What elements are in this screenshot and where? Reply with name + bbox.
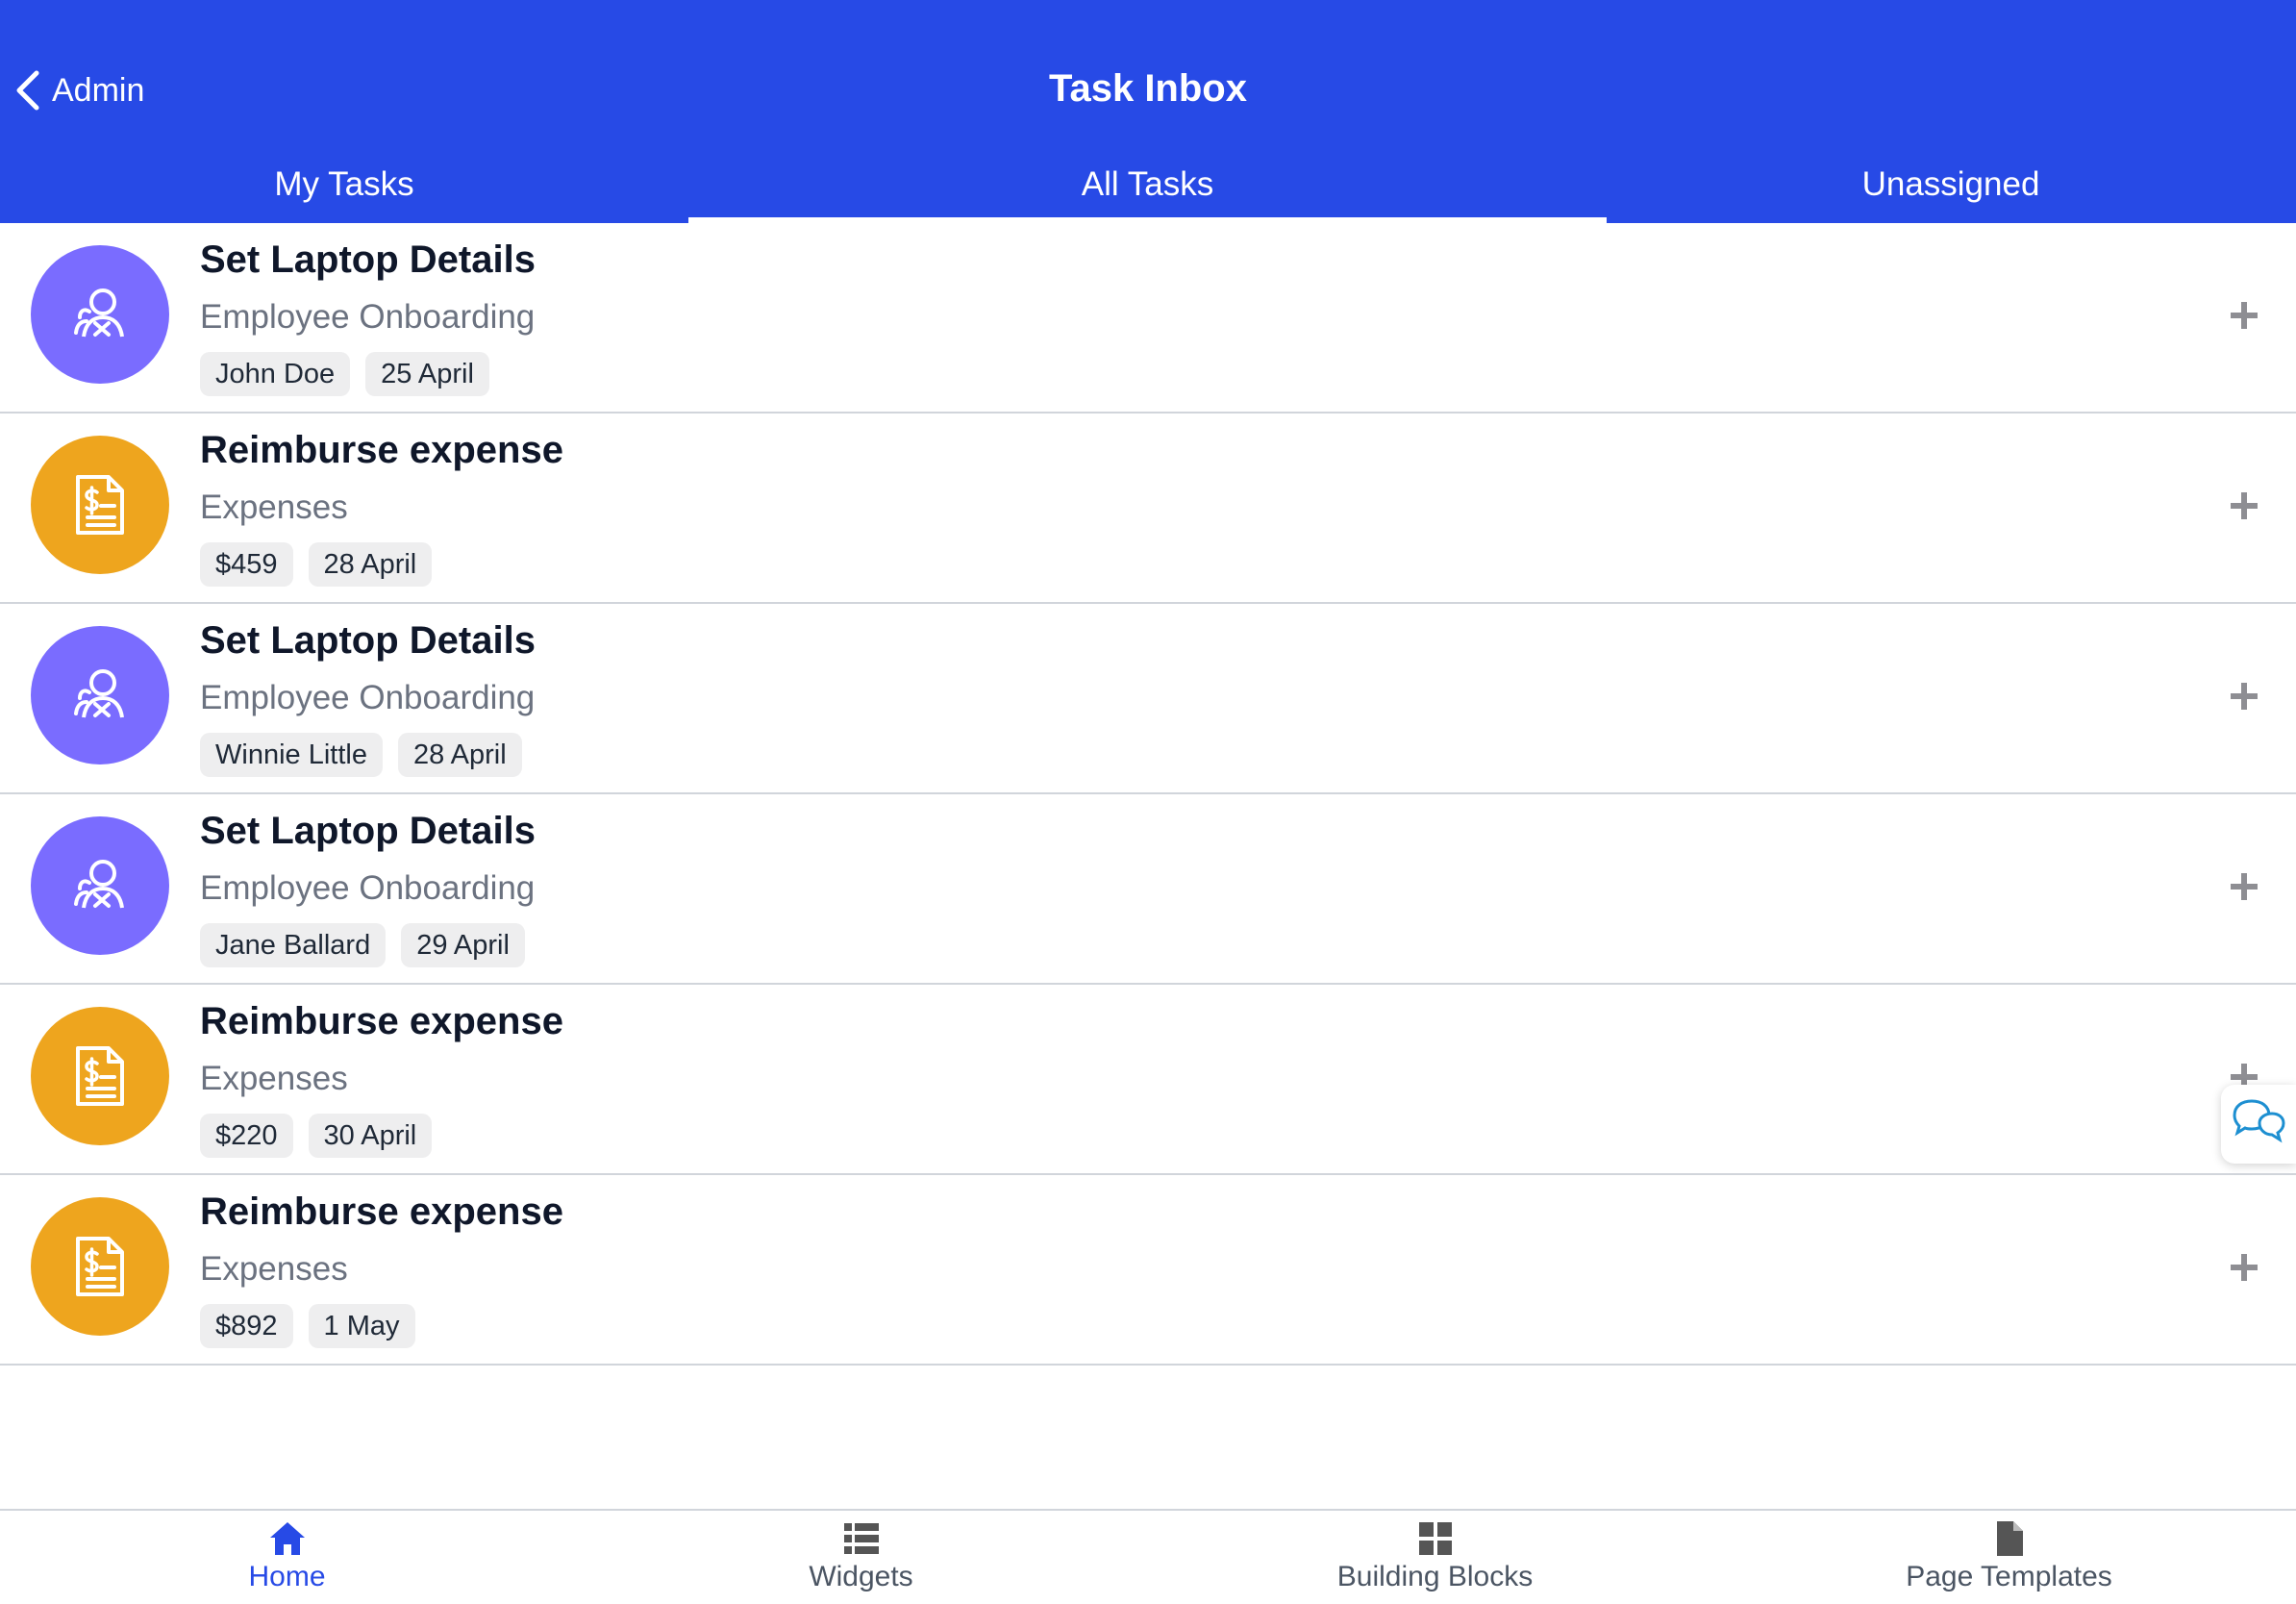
add-icon[interactable] xyxy=(2229,300,2259,331)
list-icon xyxy=(843,1523,879,1554)
nav-home[interactable]: Home xyxy=(0,1511,574,1604)
task-title: Set Laptop Details xyxy=(200,619,536,662)
tab-my-tasks[interactable]: My Tasks xyxy=(0,146,688,223)
task-title: Reimburse expense xyxy=(200,1190,563,1233)
task-date-chip: 29 April xyxy=(401,923,525,967)
task-list: Set Laptop Details Employee Onboarding Joh… xyxy=(0,223,2296,1366)
task-assignee-chip: Jane Ballard xyxy=(200,923,387,967)
task-category: Employee Onboarding xyxy=(200,679,536,716)
task-assignee-chip: John Doe xyxy=(200,352,351,396)
users-icon xyxy=(74,860,124,909)
add-icon[interactable] xyxy=(2229,1252,2259,1283)
task-row[interactable]: Reimburse expense Expenses $892 1 May xyxy=(0,1175,2296,1366)
task-row[interactable]: Set Laptop Details Employee Onboarding Joh… xyxy=(0,223,2296,414)
task-category: Expenses xyxy=(200,489,348,526)
users-icon xyxy=(74,669,124,718)
task-avatar xyxy=(31,626,169,764)
tab-bar: My Tasks All Tasks Unassigned xyxy=(0,146,2296,223)
task-date-chip: 1 May xyxy=(308,1304,415,1348)
task-chips: Jane Ballard 29 April xyxy=(200,923,525,967)
invoice-icon xyxy=(76,475,124,535)
task-category: Employee Onboarding xyxy=(200,298,536,336)
task-row[interactable]: Set Laptop Details Employee Onboarding Jan… xyxy=(0,794,2296,985)
task-row[interactable]: Reimburse expense Expenses $220 30 April xyxy=(0,985,2296,1175)
chat-button[interactable] xyxy=(2221,1085,2296,1164)
app-header: Admin Task Inbox My Tasks All Tasks Unas… xyxy=(0,0,2296,223)
task-avatar xyxy=(31,245,169,384)
task-date-chip: 28 April xyxy=(397,733,522,777)
nav-building-blocks-label: Building Blocks xyxy=(1336,1561,1534,1592)
nav-page-templates-label: Page Templates xyxy=(1906,1561,2112,1592)
task-avatar xyxy=(31,816,169,955)
task-assignee-chip: $892 xyxy=(200,1304,293,1348)
grid-icon xyxy=(1418,1522,1452,1555)
nav-widgets-label: Widgets xyxy=(809,1561,913,1592)
task-avatar xyxy=(31,1197,169,1336)
nav-home-label: Home xyxy=(248,1561,326,1592)
add-icon[interactable] xyxy=(2229,681,2259,712)
tab-all-tasks[interactable]: All Tasks xyxy=(688,146,1607,223)
task-assignee-chip: $459 xyxy=(200,542,293,587)
task-title: Set Laptop Details xyxy=(200,810,536,852)
task-avatar xyxy=(31,436,169,574)
task-date-chip: 30 April xyxy=(308,1114,433,1158)
nav-widgets[interactable]: Widgets xyxy=(574,1511,1148,1604)
users-icon xyxy=(74,288,124,338)
nav-page-templates[interactable]: Page Templates xyxy=(1722,1511,2296,1604)
chat-bubbles-icon xyxy=(2233,1099,2285,1143)
task-date-chip: 28 April xyxy=(308,542,433,587)
add-icon[interactable] xyxy=(2229,490,2259,521)
invoice-icon xyxy=(76,1237,124,1296)
task-category: Employee Onboarding xyxy=(200,869,536,907)
task-date-chip: 25 April xyxy=(365,352,489,396)
task-title: Set Laptop Details xyxy=(200,238,536,281)
task-chips: $459 28 April xyxy=(200,542,433,587)
tab-unassigned[interactable]: Unassigned xyxy=(1607,146,2295,223)
task-assignee-chip: $220 xyxy=(200,1114,293,1158)
invoice-icon xyxy=(76,1046,124,1106)
task-title: Reimburse expense xyxy=(200,1000,563,1042)
task-chips: $892 1 May xyxy=(200,1304,415,1348)
add-icon[interactable] xyxy=(2229,871,2259,902)
home-icon xyxy=(269,1522,305,1555)
task-assignee-chip: Winnie Little xyxy=(200,733,383,777)
task-avatar xyxy=(31,1007,169,1145)
task-row[interactable]: Set Laptop Details Employee Onboarding Win… xyxy=(0,604,2296,794)
task-chips: Winnie Little 28 April xyxy=(200,733,522,777)
task-chips: $220 30 April xyxy=(200,1114,433,1158)
bottom-navigation: Home Widgets Building Blocks Page Templa… xyxy=(0,1509,2296,1604)
task-row[interactable]: Reimburse expense Expenses $459 28 April xyxy=(0,414,2296,604)
document-icon xyxy=(1996,1521,2023,1556)
page-title: Task Inbox xyxy=(1049,67,1247,110)
nav-building-blocks[interactable]: Building Blocks xyxy=(1148,1511,1722,1604)
task-title: Reimburse expense xyxy=(200,429,563,471)
task-category: Expenses xyxy=(200,1250,348,1288)
task-category: Expenses xyxy=(200,1060,348,1097)
task-chips: John Doe 25 April xyxy=(200,352,489,396)
